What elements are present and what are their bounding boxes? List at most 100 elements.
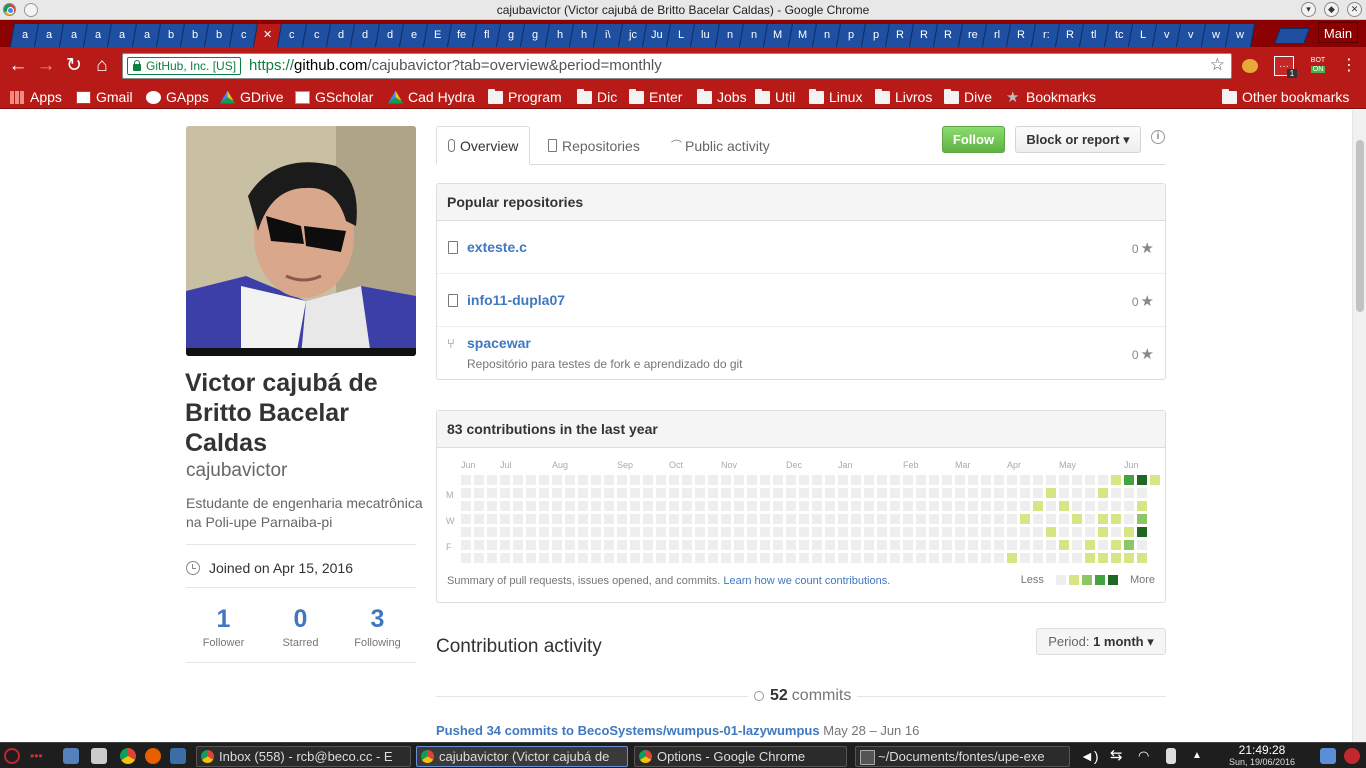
contribution-day-cell[interactable] [1124,488,1134,498]
contribution-day-cell[interactable] [890,540,900,550]
contribution-day-cell[interactable] [1085,553,1095,563]
contribution-day-cell[interactable] [747,540,757,550]
contribution-day-cell[interactable] [825,553,835,563]
contribution-day-cell[interactable] [1137,540,1147,550]
contribution-day-cell[interactable] [929,475,939,485]
contribution-day-cell[interactable] [1098,475,1108,485]
contribution-day-cell[interactable] [721,553,731,563]
taskbar-item-terminal[interactable]: ~/Documents/fontes/upe-exe [855,746,1070,767]
contribution-day-cell[interactable] [617,527,627,537]
contribution-day-cell[interactable] [994,553,1004,563]
contribution-day-cell[interactable] [981,553,991,563]
new-tab-button[interactable] [1274,28,1310,44]
contribution-day-cell[interactable] [500,475,510,485]
contribution-day-cell[interactable] [1098,488,1108,498]
contribution-day-cell[interactable] [877,553,887,563]
contribution-day-cell[interactable] [877,501,887,511]
contribution-day-cell[interactable] [669,488,679,498]
contribution-day-cell[interactable] [1111,475,1121,485]
desktop-icon[interactable] [63,748,79,764]
contribution-day-cell[interactable] [526,488,536,498]
contribution-day-cell[interactable] [968,514,978,524]
contribution-day-cell[interactable] [799,553,809,563]
contribution-day-cell[interactable] [474,514,484,524]
contribution-day-cell[interactable] [786,475,796,485]
contribution-day-cell[interactable] [487,488,497,498]
contribution-day-cell[interactable] [981,514,991,524]
contribution-day-cell[interactable] [604,527,614,537]
contribution-day-cell[interactable] [656,527,666,537]
contribution-day-cell[interactable] [630,501,640,511]
contribution-day-cell[interactable] [695,514,705,524]
contribution-day-cell[interactable] [734,475,744,485]
contribution-day-cell[interactable] [851,488,861,498]
close-window-button[interactable]: ✕ [1347,2,1362,17]
contribution-day-cell[interactable] [851,553,861,563]
contribution-day-cell[interactable] [539,475,549,485]
contribution-day-cell[interactable] [1085,540,1095,550]
contribution-day-cell[interactable] [1085,488,1095,498]
contribution-day-cell[interactable] [734,488,744,498]
contribution-day-cell[interactable] [513,501,523,511]
contribution-day-cell[interactable] [565,475,575,485]
bookmark-folder-program[interactable]: Program [488,87,562,107]
contribution-day-cell[interactable] [864,475,874,485]
contribution-day-cell[interactable] [799,488,809,498]
contribution-day-cell[interactable] [877,488,887,498]
contribution-day-cell[interactable] [1137,475,1147,485]
contribution-day-cell[interactable] [942,475,952,485]
contribution-day-cell[interactable] [825,527,835,537]
contribution-day-cell[interactable] [669,527,679,537]
taskbar-item-github[interactable]: cajubavictor (Victor cajubá de [416,746,628,767]
contribution-day-cell[interactable] [1007,475,1017,485]
contribution-day-cell[interactable] [1020,514,1030,524]
contribution-day-cell[interactable] [1033,488,1043,498]
contribution-day-cell[interactable] [513,475,523,485]
contribution-day-cell[interactable] [890,501,900,511]
bookmark-other-bookmarks[interactable]: Other bookmarks [1222,87,1349,107]
contribution-day-cell[interactable] [1111,553,1121,563]
firefox-launcher-icon[interactable] [145,748,161,764]
contribution-day-cell[interactable] [1033,475,1043,485]
contribution-day-cell[interactable] [981,527,991,537]
contribution-day-cell[interactable] [708,540,718,550]
contribution-day-cell[interactable] [708,501,718,511]
bookmark-star-icon[interactable]: ☆ [1210,55,1225,75]
contribution-day-cell[interactable] [578,540,588,550]
contribution-day-cell[interactable] [721,514,731,524]
contribution-day-cell[interactable] [500,553,510,563]
contribution-day-cell[interactable] [851,540,861,550]
bookmark-folder-livros[interactable]: Livros [875,87,932,107]
contribution-day-cell[interactable] [903,488,913,498]
contribution-day-cell[interactable] [1033,553,1043,563]
contribution-day-cell[interactable] [786,488,796,498]
extension-bot-icon[interactable]: BOT ON [1308,56,1328,76]
contribution-day-cell[interactable] [656,540,666,550]
contribution-day-cell[interactable] [1072,501,1082,511]
contribution-day-cell[interactable] [721,527,731,537]
chrome-menu-icon[interactable]: ⋮ [1338,55,1360,77]
contribution-day-cell[interactable] [968,501,978,511]
contribution-day-cell[interactable] [669,553,679,563]
contribution-day-cell[interactable] [682,488,692,498]
contribution-day-cell[interactable] [474,488,484,498]
contribution-day-cell[interactable] [552,514,562,524]
contribution-day-cell[interactable] [461,540,471,550]
debian-menu-icon[interactable] [4,748,20,764]
contribution-day-cell[interactable] [877,475,887,485]
contribution-day-cell[interactable] [461,553,471,563]
contribution-day-cell[interactable] [864,527,874,537]
contribution-day-cell[interactable] [1007,553,1017,563]
contribution-day-cell[interactable] [955,553,965,563]
contribution-day-cell[interactable] [682,540,692,550]
contribution-day-cell[interactable] [721,488,731,498]
contribution-day-cell[interactable] [500,501,510,511]
contribution-day-cell[interactable] [565,540,575,550]
contribution-day-cell[interactable] [461,527,471,537]
contribution-day-cell[interactable] [786,527,796,537]
repo-name-link[interactable]: spacewar [467,335,531,351]
contribution-day-cell[interactable] [877,527,887,537]
contribution-day-cell[interactable] [487,475,497,485]
contribution-day-cell[interactable] [578,527,588,537]
contribution-day-cell[interactable] [1150,475,1160,485]
